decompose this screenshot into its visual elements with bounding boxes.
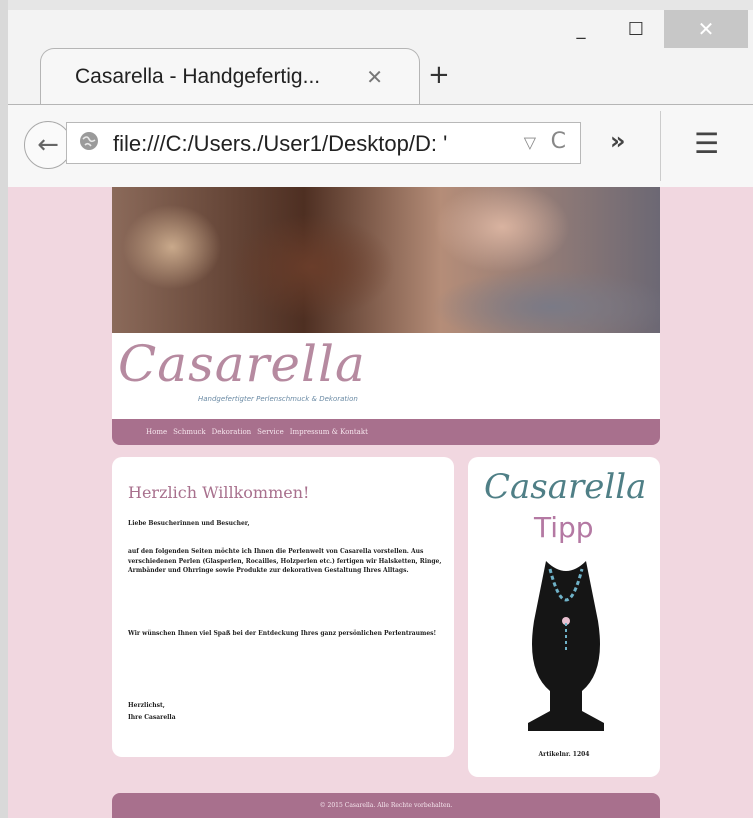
navigation-toolbar: ← file:///C:/Users./User1/Desktop/D: ' ▽… xyxy=(8,104,753,187)
nav-link-schmuck[interactable]: Schmuck xyxy=(173,428,206,436)
title-bar xyxy=(8,0,753,10)
main-navigation: Home Schmuck Dekoration Service Impressu… xyxy=(112,419,660,445)
browser-tab[interactable]: Casarella - Handgefertig... ✕ xyxy=(40,48,420,105)
browser-chrome: _ ☐ ✕ Casarella - Handgefertig... ✕ + ← … xyxy=(8,0,753,187)
window-left-edge xyxy=(0,0,8,818)
hamburger-menu-icon[interactable]: ☰ xyxy=(694,127,719,160)
welcome-panel: Herzlich Willkommen! Liebe Besucherinnen… xyxy=(112,457,454,757)
tab-title: Casarella - Handgefertig... xyxy=(75,65,321,88)
greeting-text: Liebe Besucherinnen und Besucher, xyxy=(128,520,250,527)
article-number: Artikelnr. 1204 xyxy=(538,751,590,758)
maximize-button[interactable]: ☐ xyxy=(611,10,661,48)
tip-logo: Casarella xyxy=(484,467,647,507)
site-footer: © 2015 Casarella. Alle Rechte vorbehalte… xyxy=(112,793,660,818)
logo-header: Casarella Handgefertigter Perlenschmuck … xyxy=(112,333,660,419)
page-viewport[interactable]: Casarella Handgefertigter Perlenschmuck … xyxy=(8,187,753,818)
reload-icon[interactable]: C xyxy=(551,129,566,154)
nav-link-service[interactable]: Service xyxy=(257,428,284,436)
tip-label: Tipp xyxy=(534,511,594,544)
intro-text: auf den folgenden Seiten möchte ich Ihne… xyxy=(128,548,442,574)
toolbar-separator xyxy=(660,111,661,181)
url-bar[interactable]: file:///C:/Users./User1/Desktop/D: ' ▽ C xyxy=(66,122,581,164)
nav-link-impressum[interactable]: Impressum & Kontakt xyxy=(290,428,368,436)
minimize-button[interactable]: _ xyxy=(556,10,606,48)
sign-off-line-1: Herzlichst, xyxy=(128,702,165,709)
necklace-bust-image[interactable] xyxy=(516,561,616,731)
site-tagline: Handgefertigter Perlenschmuck & Dekorati… xyxy=(198,395,358,403)
back-button[interactable]: ← xyxy=(24,121,72,169)
tab-close-icon[interactable]: ✕ xyxy=(366,65,383,89)
close-window-button[interactable]: ✕ xyxy=(664,10,748,48)
wish-text: Wir wünschen Ihnen viel Spaß bei der Ent… xyxy=(128,630,437,637)
url-dropdown-icon[interactable]: ▽ xyxy=(524,133,536,152)
globe-icon xyxy=(79,131,99,156)
welcome-heading: Herzlich Willkommen! xyxy=(128,483,310,502)
site-logo[interactable]: Casarella xyxy=(118,335,366,393)
nav-link-dekoration[interactable]: Dekoration xyxy=(212,428,252,436)
overflow-menu-button[interactable]: » xyxy=(610,127,626,155)
sign-off-line-2: Ihre Casarella xyxy=(128,714,176,721)
tip-panel: Casarella Tipp Artikelnr. 1204 xyxy=(468,457,660,777)
hero-image xyxy=(112,187,660,333)
back-arrow-icon: ← xyxy=(37,130,59,160)
nav-link-home[interactable]: Home xyxy=(146,428,167,436)
url-text[interactable]: file:///C:/Users./User1/Desktop/D: ' xyxy=(113,131,503,157)
site-content: Casarella Handgefertigter Perlenschmuck … xyxy=(112,187,660,818)
new-tab-button[interactable]: + xyxy=(428,60,450,90)
